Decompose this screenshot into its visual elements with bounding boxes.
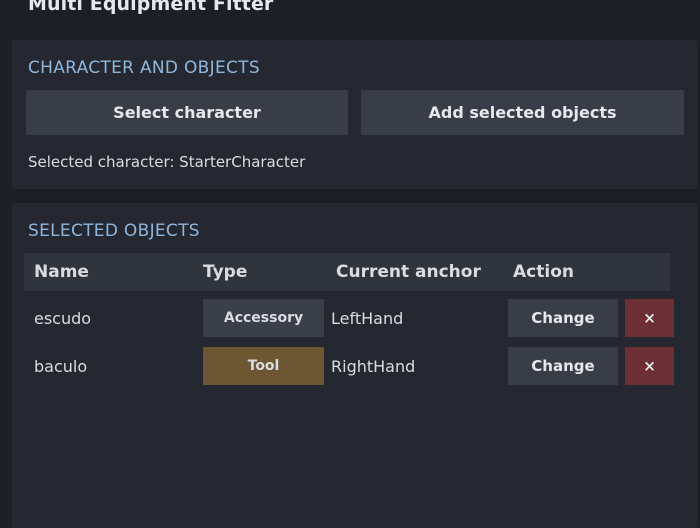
change-button[interactable]: Change (508, 347, 618, 385)
anchor-value: LeftHand (331, 309, 404, 328)
add-selected-objects-button[interactable]: Add selected objects (361, 90, 684, 135)
selected-objects-panel: SELECTED OBJECTS Name Type Current ancho… (12, 203, 698, 528)
table-row: escudo Accessory LeftHand Change × (24, 299, 684, 339)
header-type: Type (203, 262, 248, 282)
type-badge: Tool (203, 347, 324, 385)
window-title: Multi Equipment Fitter (28, 0, 274, 15)
header-anchor: Current anchor (336, 262, 481, 282)
header-name: Name (34, 262, 89, 282)
object-name: baculo (34, 357, 88, 376)
character-section-title: CHARACTER AND OBJECTS (28, 58, 260, 78)
select-character-button[interactable]: Select character (26, 90, 348, 135)
table-header: Name Type Current anchor Action (24, 253, 670, 291)
title-bar: Multi Equipment Fitter (0, 0, 700, 30)
anchor-value: RightHand (331, 357, 416, 376)
change-button[interactable]: Change (508, 299, 618, 337)
remove-button[interactable]: × (625, 347, 674, 385)
character-panel: CHARACTER AND OBJECTS Select character A… (12, 40, 698, 189)
objects-section-title: SELECTED OBJECTS (28, 221, 200, 241)
remove-button[interactable]: × (625, 299, 674, 337)
table-row: baculo Tool RightHand Change × (24, 347, 684, 387)
selected-character-label: Selected character: StarterCharacter (28, 153, 306, 171)
object-name: escudo (34, 309, 92, 328)
type-badge: Accessory (203, 299, 324, 337)
header-action: Action (513, 262, 574, 282)
